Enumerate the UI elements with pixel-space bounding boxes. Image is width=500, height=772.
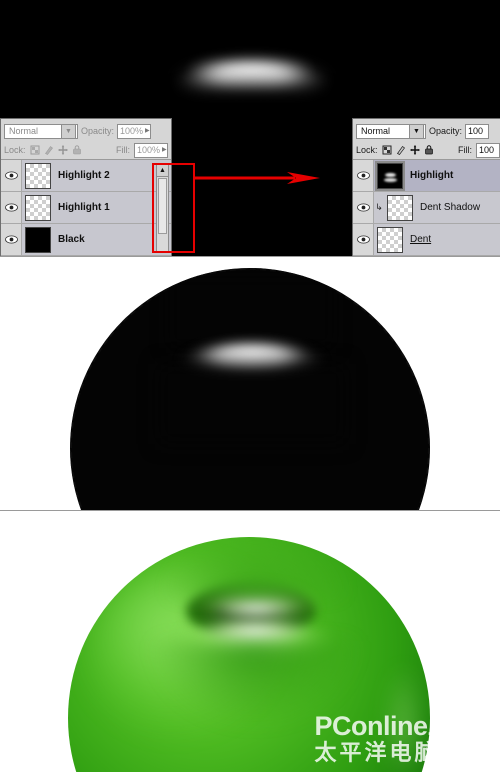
sphere-lower-mask [158, 364, 346, 444]
black-sphere-shape [70, 268, 430, 510]
lock-all-icon[interactable] [72, 145, 82, 155]
eye-icon[interactable] [353, 160, 374, 191]
fill-field-right[interactable]: 100 [476, 142, 500, 158]
layer-thumbnail[interactable] [375, 160, 405, 191]
annotation-red-box [152, 163, 195, 253]
blend-mode-value-right: Normal [361, 125, 391, 136]
layer-row-highlight-1[interactable]: Highlight 1 [1, 192, 171, 224]
lock-all-icon[interactable] [424, 145, 434, 155]
opacity-label-right: Opacity: [429, 126, 463, 136]
opacity-label-left: Opacity: [81, 126, 115, 136]
blend-mode-dropdown-right[interactable]: Normal ▼ [356, 123, 426, 139]
layer-row-dent[interactable]: Dent [353, 224, 500, 256]
layer-thumbnail[interactable] [377, 226, 403, 253]
fill-value-right: 100 [479, 144, 495, 155]
layer-name[interactable]: Dent [410, 234, 431, 245]
annotation-red-arrow-icon [195, 172, 320, 184]
opacity-value-right: 100 [468, 125, 484, 136]
lock-position-icon[interactable] [410, 145, 420, 155]
lock-row-left: Lock: Fill: 100% ▶ [1, 141, 171, 160]
chevron-down-icon[interactable]: ▼ [409, 123, 424, 139]
lock-icons-left [30, 145, 82, 155]
layer-name[interactable]: Highlight 1 [58, 202, 110, 213]
tutorial-screenshot: Normal ▼ Opacity: 100% ▶ Lock: Fill: 100%… [0, 0, 500, 772]
layer-thumbnail[interactable] [25, 226, 51, 253]
layer-thumbnail[interactable] [387, 194, 413, 221]
fill-stepper-icon[interactable]: ▶ [162, 144, 167, 157]
lock-icons-right [382, 145, 434, 155]
lock-image-pixels-icon[interactable] [396, 145, 406, 155]
canvas-black-sphere [0, 257, 500, 510]
chevron-down-icon[interactable]: ▼ [61, 123, 76, 139]
layer-row-highlight-2[interactable]: Highlight 2 [1, 160, 171, 192]
eye-icon[interactable] [1, 224, 22, 255]
apple-upper-highlight-mask [168, 537, 344, 597]
opacity-stepper-icon[interactable]: ▶ [145, 125, 150, 138]
fill-field-left[interactable]: 100% ▶ [134, 142, 168, 158]
lock-image-pixels-icon[interactable] [44, 145, 54, 155]
lock-row-right: Lock: Fill: 100 [353, 141, 500, 160]
watermark-line2: 太平洋电脑网 [314, 740, 465, 765]
layer-list-left: Highlight 2 Highlight 1 Black [1, 160, 171, 256]
lock-label-left: Lock: [4, 145, 26, 155]
lock-transparent-pixels-icon[interactable] [382, 145, 392, 155]
lock-transparent-pixels-icon[interactable] [30, 145, 40, 155]
layer-name[interactable]: Dent Shadow [420, 202, 480, 213]
watermark-domain: .com.cn [427, 719, 492, 739]
lower-arc-mask [150, 84, 354, 170]
eye-icon[interactable] [353, 224, 374, 255]
clipping-mask-icon: ↳ [375, 202, 383, 212]
layer-name[interactable]: Highlight [410, 170, 453, 181]
opacity-field-right[interactable]: 100 [465, 123, 490, 139]
layer-row-dent-shadow[interactable]: ↳ Dent Shadow [353, 192, 500, 224]
watermark-brand: PConline [314, 711, 428, 741]
layers-panel-right[interactable]: Normal ▼ Opacity: 100 Lock: Fill: 100 Hi… [352, 118, 500, 256]
blend-mode-dropdown-left[interactable]: Normal ▼ [4, 123, 78, 139]
layer-list-right: Highlight ↳ Dent Shadow Dent [353, 160, 500, 256]
watermark: PConline.com.cn 太平洋电脑网 [314, 713, 492, 764]
fill-label-left: Fill: [116, 145, 130, 155]
blend-mode-value-left: Normal [9, 125, 39, 136]
fill-label-right: Fill: [458, 145, 472, 155]
lock-label-right: Lock: [356, 145, 378, 155]
eye-icon[interactable] [353, 192, 374, 223]
blend-mode-row-left: Normal ▼ Opacity: 100% ▶ [1, 119, 171, 141]
layer-row-highlight[interactable]: Highlight [353, 160, 500, 192]
layer-row-black[interactable]: Black [1, 224, 171, 256]
watermark-line1: PConline.com.cn [314, 713, 492, 740]
canvas-green-apple: PConline.com.cn 太平洋电脑网 [0, 511, 500, 772]
sphere-upper-mask [168, 276, 334, 348]
eye-icon[interactable] [1, 160, 22, 191]
eye-icon[interactable] [1, 192, 22, 223]
lock-position-icon[interactable] [58, 145, 68, 155]
layer-thumbnail[interactable] [25, 194, 51, 221]
layers-panel-left[interactable]: Normal ▼ Opacity: 100% ▶ Lock: Fill: 100%… [0, 118, 172, 256]
layer-name[interactable]: Highlight 2 [58, 170, 110, 181]
blend-mode-row-right: Normal ▼ Opacity: 100 [353, 119, 500, 141]
opacity-field-left[interactable]: 100% ▶ [117, 123, 152, 139]
layer-name[interactable]: Black [58, 234, 85, 245]
opacity-value-left: 100% [120, 125, 144, 136]
fill-value-left: 100% [137, 144, 161, 155]
layer-thumbnail[interactable] [25, 162, 51, 189]
